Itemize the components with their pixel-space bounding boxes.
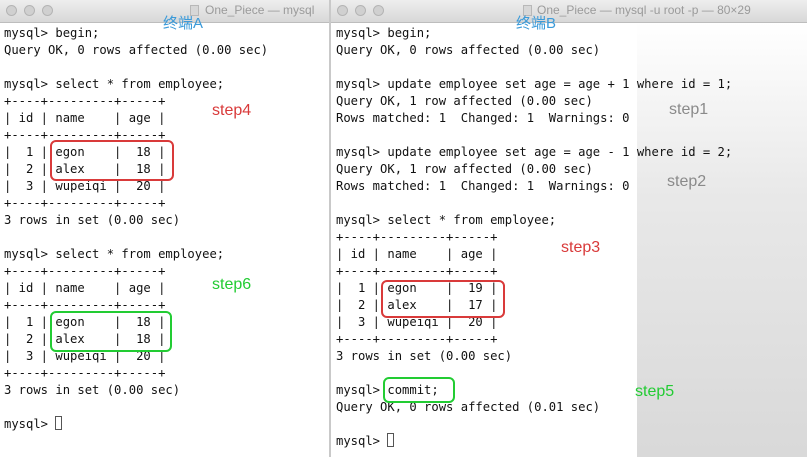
terminal-line: mysql> select * from employee; bbox=[4, 77, 225, 91]
terminal-line: mysql> begin; bbox=[336, 26, 432, 40]
minimize-button[interactable] bbox=[355, 5, 366, 16]
terminal-line: +----+---------+-----+ bbox=[4, 196, 166, 210]
annotation-step6: step6 bbox=[212, 276, 252, 293]
terminal-line: | id | name | age | bbox=[4, 111, 166, 125]
window-title-b: One_Piece — mysql -u root -p — 80×29 bbox=[537, 3, 751, 17]
terminal-line: Query OK, 0 rows affected (0.00 sec) bbox=[336, 43, 601, 57]
terminal-window-a[interactable]: One_Piece — mysql 终端A mysql> begin; Query… bbox=[0, 0, 330, 457]
terminal-line: +----+---------+-----+ bbox=[4, 94, 166, 108]
terminal-line: 3 rows in set (0.00 sec) bbox=[336, 349, 513, 363]
terminal-line: mysql> update employee set age = age + 1… bbox=[336, 77, 733, 91]
close-button[interactable] bbox=[6, 5, 17, 16]
terminal-line: mysql> bbox=[4, 416, 330, 433]
text-cursor[interactable] bbox=[387, 433, 395, 447]
terminal-line: 3 rows in set (0.00 sec) bbox=[4, 213, 181, 227]
highlight-box-step6 bbox=[50, 311, 172, 352]
annotation-step2: step2 bbox=[667, 173, 707, 190]
terminal-line: +----+---------+-----+ bbox=[4, 366, 166, 380]
terminal-line: mysql> bbox=[336, 433, 807, 450]
annotation-step5: step5 bbox=[635, 383, 675, 400]
zoom-button[interactable] bbox=[373, 5, 384, 16]
terminal-line: mysql> begin; bbox=[4, 26, 100, 40]
window-controls-b bbox=[337, 5, 384, 16]
terminal-line: Query OK, 1 row affected (0.00 sec) bbox=[336, 162, 593, 176]
highlight-box-step5 bbox=[383, 377, 455, 403]
terminal-line: Rows matched: 1 Changed: 1 Warnings: 0 bbox=[336, 179, 630, 193]
highlight-box-step4 bbox=[50, 140, 174, 181]
terminal-output-a[interactable]: mysql> begin; Query OK, 0 rows affected (… bbox=[4, 25, 330, 457]
terminal-line: mysql> select * from employee; bbox=[4, 247, 225, 261]
annotation-step3: step3 bbox=[561, 239, 601, 256]
terminal-line: mysql> update employee set age = age - 1… bbox=[336, 145, 733, 159]
terminal-line: Rows matched: 1 Changed: 1 Warnings: 0 bbox=[336, 111, 630, 125]
terminal-window-b[interactable]: One_Piece — mysql -u root -p — 80×29 终端B… bbox=[331, 0, 807, 457]
terminal-line: 3 rows in set (0.00 sec) bbox=[4, 383, 181, 397]
title-bar-b[interactable]: One_Piece — mysql -u root -p — 80×29 bbox=[331, 0, 807, 23]
zoom-button[interactable] bbox=[42, 5, 53, 16]
terminal-line: +----+---------+-----+ bbox=[336, 332, 498, 346]
annotation-step1: step1 bbox=[669, 101, 709, 118]
terminal-line: +----+---------+-----+ bbox=[336, 264, 498, 278]
text-cursor[interactable] bbox=[55, 416, 63, 430]
highlight-box-step3 bbox=[381, 280, 505, 318]
terminal-line: +----+---------+-----+ bbox=[4, 264, 166, 278]
window-title-a: One_Piece — mysql bbox=[205, 3, 315, 17]
terminal-line: Query OK, 1 row affected (0.00 sec) bbox=[336, 94, 593, 108]
terminal-line: | id | name | age | bbox=[4, 281, 166, 295]
window-controls-a bbox=[6, 5, 53, 16]
close-button[interactable] bbox=[337, 5, 348, 16]
minimize-button[interactable] bbox=[24, 5, 35, 16]
terminal-line: mysql> select * from employee; bbox=[336, 213, 557, 227]
terminal-line: Query OK, 0 rows affected (0.00 sec) bbox=[4, 43, 269, 57]
annotation-step4: step4 bbox=[212, 102, 252, 119]
